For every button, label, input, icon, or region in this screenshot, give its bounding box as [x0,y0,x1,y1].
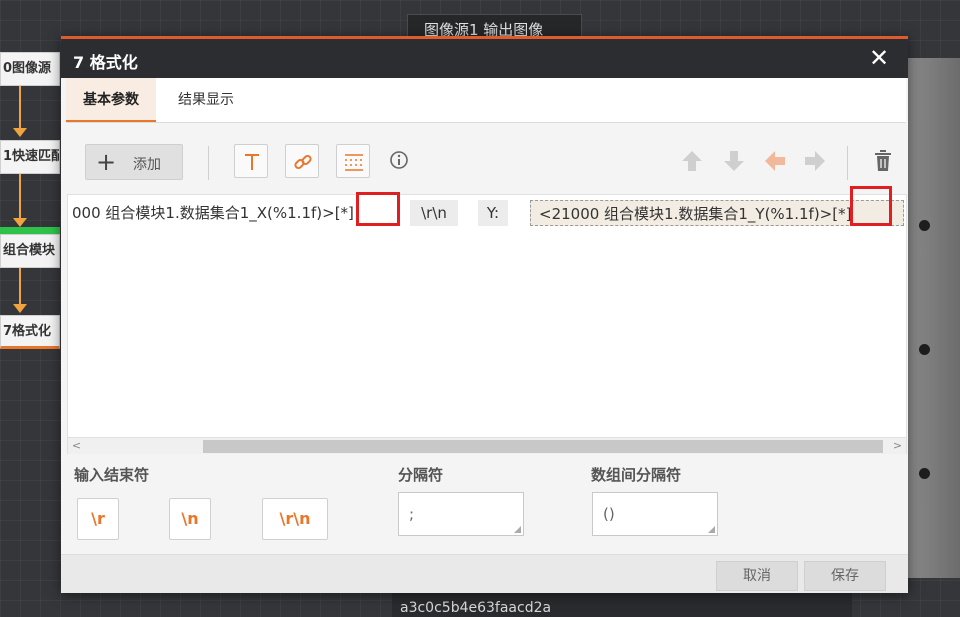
dialog-title: 7 格式化 [73,53,138,72]
image-dot [919,220,930,231]
arrow-up-icon[interactable] [680,149,704,173]
dialog-footer: 取消 保存 [61,554,908,593]
end-char-lf-button[interactable]: \n [169,498,211,540]
image-dot [919,344,930,355]
trash-icon[interactable] [872,149,896,173]
format-segment-y[interactable]: <21000 组合模块1.数据集合1_Y(%1.1f)>[*] [530,200,904,226]
format-segment-newline[interactable]: \r\n [410,200,458,226]
add-button-label: 添加 [133,157,161,173]
end-char-cr-button[interactable]: \r [77,498,119,540]
array-separator-label: 数组间分隔符 [591,466,682,484]
add-button[interactable]: + 添加 [85,144,183,180]
close-icon[interactable]: ✕ [868,46,890,70]
toolbar-divider [847,146,848,180]
toolbar-divider [208,146,209,180]
flow-node-fast-match[interactable]: 1快速匹配 [0,140,60,174]
toolbar: + 添加 [66,124,906,194]
image-dot [919,468,930,479]
format-dialog: 7 格式化 ✕ 基本参数 结果显示 + 添加 000 组合模块1.数据集合1_X… [61,36,908,593]
dialog-titlebar[interactable]: 7 格式化 ✕ [61,36,908,78]
grid-icon[interactable] [336,144,370,178]
end-char-crlf-button[interactable]: \r\n [262,498,328,540]
link-icon[interactable] [285,144,319,178]
resize-handle[interactable] [708,526,715,533]
arrow-down-icon[interactable] [722,149,746,173]
scroll-left-icon[interactable]: < [68,438,85,454]
info-icon[interactable] [388,149,412,173]
plus-icon: + [96,148,117,176]
array-separator-input[interactable]: () [592,492,718,536]
image-preview [908,58,960,578]
tab-result-display[interactable]: 结果显示 [161,78,251,122]
array-separator-value: () [603,505,615,523]
hash-label: a3c0c5b4e63faacd2a [400,600,552,616]
flow-node-format[interactable]: 7格式化 [0,315,60,349]
flow-arrow [13,128,27,137]
arrow-left-icon[interactable] [763,149,787,173]
resize-handle[interactable] [514,526,521,533]
format-segment-x[interactable]: 000 组合模块1.数据集合1_X(%1.1f)>[*] [68,200,400,226]
save-button[interactable]: 保存 [804,561,886,591]
format-editor[interactable]: 000 组合模块1.数据集合1_X(%1.1f)>[*] \r\n Y: <21… [67,186,907,454]
format-segment-y-label[interactable]: Y: [478,200,508,226]
flow-arrow [13,218,27,227]
scroll-thumb[interactable] [203,440,883,453]
flow-connector [19,86,21,128]
horizontal-scrollbar[interactable]: < > [68,437,906,454]
separator-input[interactable]: ; [398,492,524,536]
highlight-box [850,186,892,226]
flow-connector [19,268,21,304]
scroll-right-icon[interactable]: > [889,438,906,454]
tab-bar: 基本参数 结果显示 [66,78,906,123]
separator-label: 分隔符 [398,466,444,484]
separator-value: ; [409,505,415,523]
highlight-box [356,192,400,226]
format-row: 000 组合模块1.数据集合1_X(%1.1f)>[*] \r\n Y: <21… [68,195,906,231]
flow-node-image-source[interactable]: 0图像源 [0,52,60,86]
tab-basic-params[interactable]: 基本参数 [66,78,156,122]
end-char-label: 输入结束符 [74,466,150,484]
flow-connector [19,174,21,218]
flow-arrow [13,304,27,313]
flow-node-combine[interactable]: 组合模块 [0,234,60,268]
cancel-button[interactable]: 取消 [716,561,798,591]
arrow-right-icon[interactable] [803,149,827,173]
text-icon[interactable] [234,144,268,178]
